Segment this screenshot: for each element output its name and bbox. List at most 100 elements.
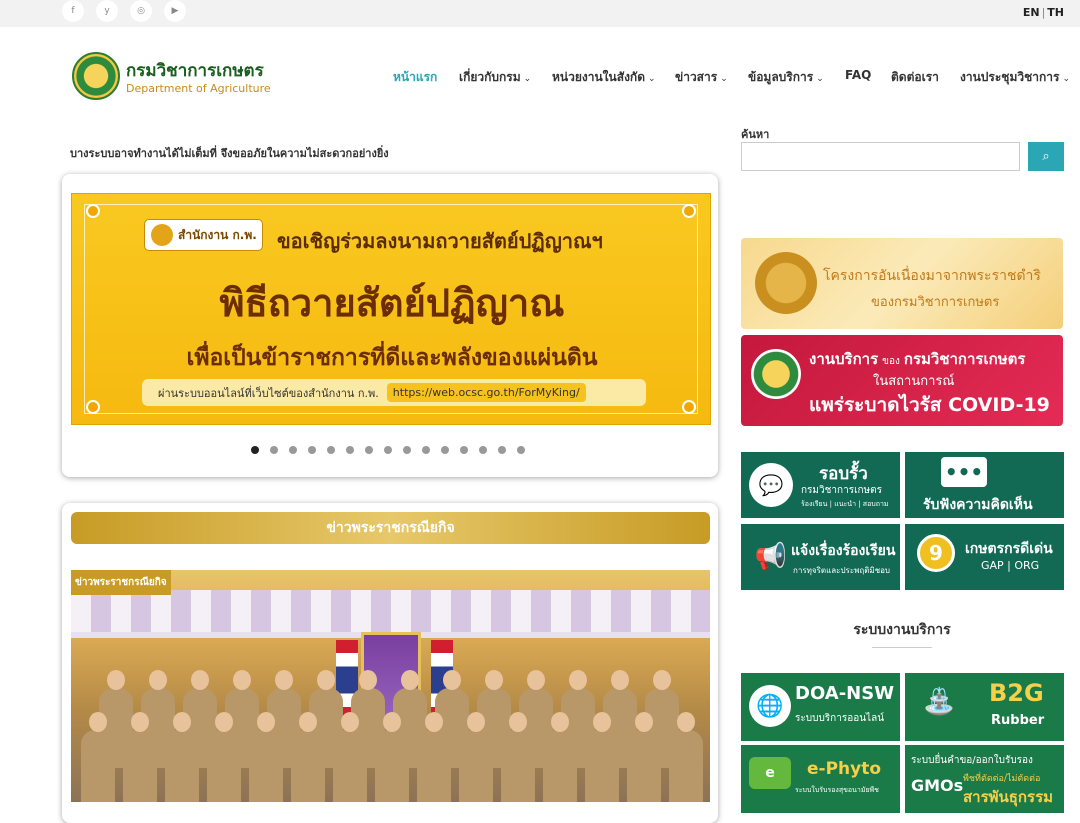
tile-feedback[interactable]: ••• รับฟังความคิดเห็น — [905, 452, 1064, 518]
nav-about-label: เกี่ยวกับกรม — [459, 70, 521, 84]
services-section-title: ระบบงานบริการ — [853, 622, 951, 638]
photo-person — [207, 712, 241, 802]
news-photo-tag[interactable]: ข่าวพระราชกรณียกิจ — [71, 570, 171, 595]
slider-dot[interactable] — [327, 446, 335, 454]
news-section-header: ข่าวพระราชกรณียกิจ — [71, 512, 710, 544]
chat-bubbles-icon: 💬 — [749, 463, 793, 507]
nav-agencies-label: หน่วยงานในสังกัด — [552, 70, 645, 84]
marquee-notice: บางระบบอาจทำงานได้ไม่เต็มที่ จึงขออภัยใน… — [70, 147, 389, 160]
photo-person — [543, 712, 577, 802]
slider-banner[interactable]: สำนักงาน ก.พ. ขอเชิญร่วมลงนามถวายสัตย์ปฏ… — [71, 193, 711, 425]
service-sub: Rubber — [991, 713, 1045, 728]
chevron-down-icon: ⌄ — [816, 74, 824, 84]
tile-sub: กรมวิชาการเกษตร — [801, 485, 883, 496]
royal-banner-line1: โครงการอันเนื่องมาจากพระราชดำริ — [823, 268, 1041, 284]
service-gmos[interactable]: ระบบยื่นคำขอ/ออกใบรับรอง GMOs พืชที่ตัดต… — [905, 745, 1064, 813]
ocsc-logo-text: สำนักงาน ก.พ. — [178, 227, 257, 242]
slider-dot[interactable] — [479, 446, 487, 454]
tile-complaint[interactable]: 📢 แจ้งเรื่องร้องเรียน การทุจริตและประพฤต… — [741, 524, 900, 590]
message-icon: ••• — [941, 457, 987, 487]
photo-person — [585, 712, 619, 802]
photo-person — [291, 712, 325, 802]
slider-dot[interactable] — [460, 446, 468, 454]
nav-home-label: หน้าแรก — [393, 70, 438, 84]
service-doa-nsw[interactable]: 🌐 DOA-NSW ระบบบริการออนไลน์ — [741, 673, 900, 741]
slider-dot[interactable] — [365, 446, 373, 454]
photo-person — [417, 712, 451, 802]
photo-person — [501, 712, 535, 802]
doa-logo-seal[interactable] — [72, 52, 120, 100]
banner-invite-text: ขอเชิญร่วมลงนามถวายสัตย์ปฏิญาณฯ — [277, 229, 603, 253]
slider-dot[interactable] — [517, 446, 525, 454]
banner-corner-ornament — [682, 204, 696, 218]
nav-home[interactable]: หน้าแรก — [393, 68, 437, 87]
nav-faq-label: FAQ — [845, 68, 872, 82]
chevron-down-icon: ⌄ — [648, 74, 656, 84]
facebook-icon[interactable]: f — [62, 0, 84, 22]
youtube-icon[interactable]: ▶ — [164, 0, 186, 22]
service-title: e-Phyto — [807, 759, 882, 779]
slider-dot[interactable] — [308, 446, 316, 454]
royal-seal-icon — [755, 252, 817, 314]
photo-person — [627, 712, 661, 802]
covid-line1b: ของ — [882, 356, 900, 367]
photo-person — [123, 712, 157, 802]
nav-conference[interactable]: งานประชุมวิชาการ ⌄ — [960, 68, 1070, 87]
banner-headline: พิธีถวายสัตย์ปฏิญาณ — [219, 281, 565, 325]
service-b2g-rubber[interactable]: ⛲ B2G Rubber — [905, 673, 1064, 741]
slider-dot[interactable] — [422, 446, 430, 454]
lang-th-link[interactable]: TH — [1047, 6, 1064, 19]
photo-person — [333, 712, 367, 802]
covid-services-banner[interactable]: งานบริการ ของ กรมวิชาการเกษตร ในสถานการณ์ … — [741, 335, 1063, 426]
search-button[interactable]: ⌕ — [1028, 142, 1064, 171]
slider-dot[interactable] — [441, 446, 449, 454]
service-e-phyto[interactable]: e e-Phyto ระบบใบรับรองสุขอนามัยพืช — [741, 745, 900, 813]
nav-news[interactable]: ข่าวสาร ⌄ — [675, 68, 728, 87]
photo-person — [669, 712, 703, 802]
globe-icon: 🌐 — [749, 685, 791, 727]
search-label: ค้นหา — [741, 128, 770, 141]
nav-about[interactable]: เกี่ยวกับกรม ⌄ — [459, 68, 531, 87]
banner-corner-ornament — [86, 204, 100, 218]
covid-banner-line1: งานบริการ ของ กรมวิชาการเกษตร — [809, 347, 1025, 371]
service-sub: ระบบบริการออนไลน์ — [795, 713, 885, 724]
slider-dot[interactable] — [384, 446, 392, 454]
slider-dot[interactable] — [289, 446, 297, 454]
covid-line1c: กรมวิชาการเกษตร — [903, 350, 1026, 368]
tile-outstanding-farmer[interactable]: 9 เกษตรกรดีเด่น GAP | ORG — [905, 524, 1064, 590]
logo-title-th[interactable]: กรมวิชาการเกษตร — [126, 57, 264, 84]
service-sub: ระบบใบรับรองสุขอนามัยพืช — [795, 786, 879, 794]
slider-dot[interactable] — [270, 446, 278, 454]
slider-dot[interactable] — [251, 446, 259, 454]
banner-url-link[interactable]: https://web.ocsc.go.th/ForMyKing/ — [386, 383, 586, 402]
tile-sub2: ร้องเรียน | แนะนำ | สอบถาม — [801, 500, 889, 508]
rubber-tap-icon: ⛲ — [923, 687, 956, 717]
lang-en-link[interactable]: EN — [1023, 6, 1040, 19]
news-section-title: ข่าวพระราชกรณียกิจ — [326, 520, 455, 536]
nav-contact[interactable]: ติดต่อเรา — [891, 68, 939, 87]
service-sub: ระบบยื่นคำขอ/ออกใบรับรอง — [911, 755, 1033, 766]
twitter-icon[interactable]: y — [96, 0, 118, 22]
service-title: DOA-NSW — [795, 683, 895, 704]
slider-dot[interactable] — [498, 446, 506, 454]
service-sub2: พืชที่ตัดต่อ/ไม่ตัดต่อ — [963, 774, 1041, 784]
instagram-icon[interactable]: ◎ — [130, 0, 152, 22]
nav-agencies[interactable]: หน่วยงานในสังกัด ⌄ — [552, 68, 656, 87]
news-photo[interactable]: ข่าวพระราชกรณียกิจ — [71, 570, 710, 802]
tile-around-doa[interactable]: 💬 รอบรั้ว กรมวิชาการเกษตร ร้องเรียน | แน… — [741, 452, 900, 518]
slider-dot[interactable] — [403, 446, 411, 454]
royal-banner-line2: ของกรมวิชาการเกษตร — [871, 295, 1000, 310]
banner-corner-ornament — [682, 400, 696, 414]
tile-title: เกษตรกรดีเด่น — [965, 541, 1053, 557]
slider-dot[interactable] — [346, 446, 354, 454]
nav-faq[interactable]: FAQ — [845, 68, 871, 82]
tile-title: แจ้งเรื่องร้องเรียน — [791, 543, 896, 559]
top-bar: f y ◎ ▶ EN | TH — [0, 0, 1080, 27]
search-input[interactable] — [741, 142, 1020, 171]
royal-projects-banner[interactable]: โครงการอันเนื่องมาจากพระราชดำริ ของกรมวิ… — [741, 238, 1063, 329]
logo-title-en[interactable]: Department of Agriculture — [126, 82, 271, 95]
nav-services-info[interactable]: ข้อมูลบริการ ⌄ — [748, 68, 824, 87]
photo-person — [375, 712, 409, 802]
chevron-down-icon: ⌄ — [523, 74, 532, 84]
banner-url-prefix: ผ่านระบบออนไลน์ที่เว็บไซต์ของสำนักงาน ก.… — [158, 386, 379, 400]
